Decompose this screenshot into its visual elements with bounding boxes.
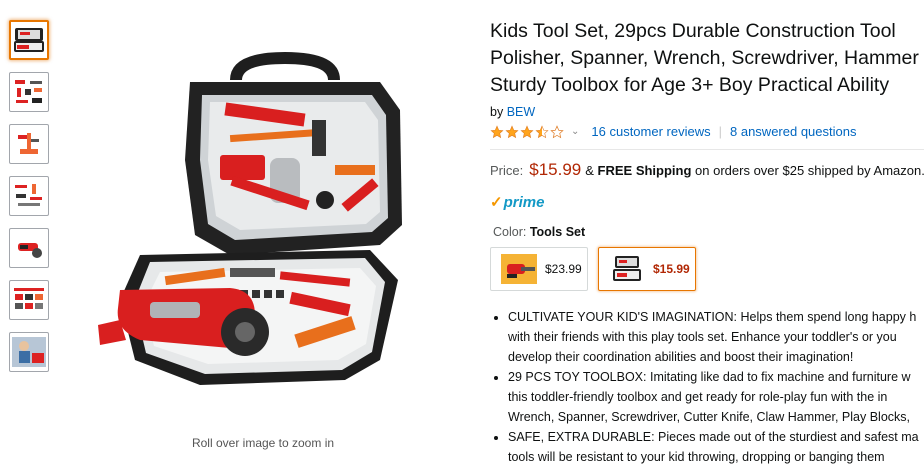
bullet-line: SAFE, EXTRA DURABLE: Pieces made out of … [508, 427, 924, 447]
star-empty-icon [550, 124, 564, 138]
customer-reviews-link[interactable]: 16 customer reviews [591, 124, 710, 139]
title-line: Kids Tool Set, 29pcs Durable Constructio… [490, 20, 896, 42]
color-value: Tools Set [529, 225, 586, 239]
thumbnail-tool-stand[interactable] [9, 124, 49, 164]
answered-questions-link[interactable]: 8 answered questions [730, 124, 856, 139]
by-prefix: by [490, 105, 504, 119]
price-row: Price: $15.99 & FREE Shipping on orders … [490, 160, 924, 180]
swatch-option-selected[interactable]: $15.99 [598, 247, 696, 291]
divider: | [718, 124, 722, 139]
prime-label: prime [503, 193, 545, 211]
thumbnail-grinder[interactable] [9, 228, 49, 268]
tools-detail-thumb-icon [15, 184, 42, 206]
swatch-price: $23.99 [545, 262, 582, 276]
thumbnail-strip [9, 20, 53, 384]
shipping-amp: & [585, 163, 594, 178]
star-half-icon [535, 124, 549, 138]
shipping-details: on orders over $25 shipped by Amazon. [695, 163, 924, 178]
thumbnail-tools-spread[interactable] [9, 72, 49, 112]
thumbnail-tools-detail[interactable] [9, 176, 49, 216]
color-selector: Color: Tools Set [493, 225, 924, 239]
tool-stand-thumb-icon [18, 133, 39, 154]
main-product-image[interactable] [80, 40, 410, 410]
free-shipping-link[interactable]: FREE Shipping [598, 163, 692, 178]
toolset-swatch-icon [613, 256, 641, 281]
rating-row: ⌄ 16 customer reviews | 8 answered quest… [490, 124, 924, 139]
star-rating[interactable] [490, 124, 564, 139]
title-line: Polisher, Spanner, Wrench, Screwdriver, … [490, 47, 919, 69]
bullet-line: Wrench, Spanner, Screwdriver, Cutter Kni… [508, 410, 911, 424]
tools-spread-thumb-icon [15, 80, 42, 103]
bullet-line: CULTIVATE YOUR KID'S IMAGINATION: Helps … [508, 307, 924, 327]
thumbnail-toolbox[interactable] [9, 20, 49, 60]
chainsaw-swatch-icon [501, 254, 537, 284]
bullet-line: tools will be resistant to your kid thro… [508, 450, 885, 464]
price-label: Price: [490, 163, 524, 178]
bullet-line: 29 PCS TOY TOOLBOX: Imitating like dad t… [508, 367, 924, 387]
thumbnail-size-chart[interactable] [9, 280, 49, 320]
color-label: Color: [493, 225, 527, 239]
product-title: Kids Tool Set, 29pcs Durable Constructio… [490, 18, 924, 99]
size-chart-thumb-icon [14, 288, 44, 309]
grinder-thumb-icon [18, 243, 42, 258]
chevron-down-icon[interactable]: ⌄ [571, 126, 579, 137]
divider [490, 149, 924, 150]
kid-playing-thumb-icon [12, 337, 46, 367]
prime-check-icon: ✓ [490, 194, 503, 211]
feature-bullets: CULTIVATE YOUR KID'S IMAGINATION: Helps … [490, 307, 924, 467]
brand-link[interactable]: BEW [507, 105, 535, 119]
color-swatches: $23.99 $15.99 [490, 247, 924, 291]
zoom-hint: Roll over image to zoom in [191, 436, 335, 450]
star-full-icon [490, 124, 504, 138]
bullet-line: with their friends with this play tools … [508, 330, 897, 344]
thumbnail-kid-playing[interactable] [9, 332, 49, 372]
title-line: Sturdy Toolbox for Age 3+ Boy Practical … [490, 74, 890, 96]
star-full-icon [505, 124, 519, 138]
swatch-option[interactable]: $23.99 [490, 247, 588, 291]
bullet-line: develop their coordination abilities and… [508, 350, 854, 364]
star-full-icon [520, 124, 534, 138]
product-info: Kids Tool Set, 29pcs Durable Constructio… [490, 18, 924, 467]
toolbox-product-illustration [98, 52, 402, 385]
toolbox-thumb-icon [14, 28, 44, 52]
prime-badge: ✓ prime [490, 193, 924, 212]
byline: by BEW [490, 105, 924, 119]
swatch-price: $15.99 [653, 262, 690, 276]
price-value: $15.99 [529, 160, 582, 179]
bullet-line: this toddler-friendly toolbox and get re… [508, 390, 888, 404]
